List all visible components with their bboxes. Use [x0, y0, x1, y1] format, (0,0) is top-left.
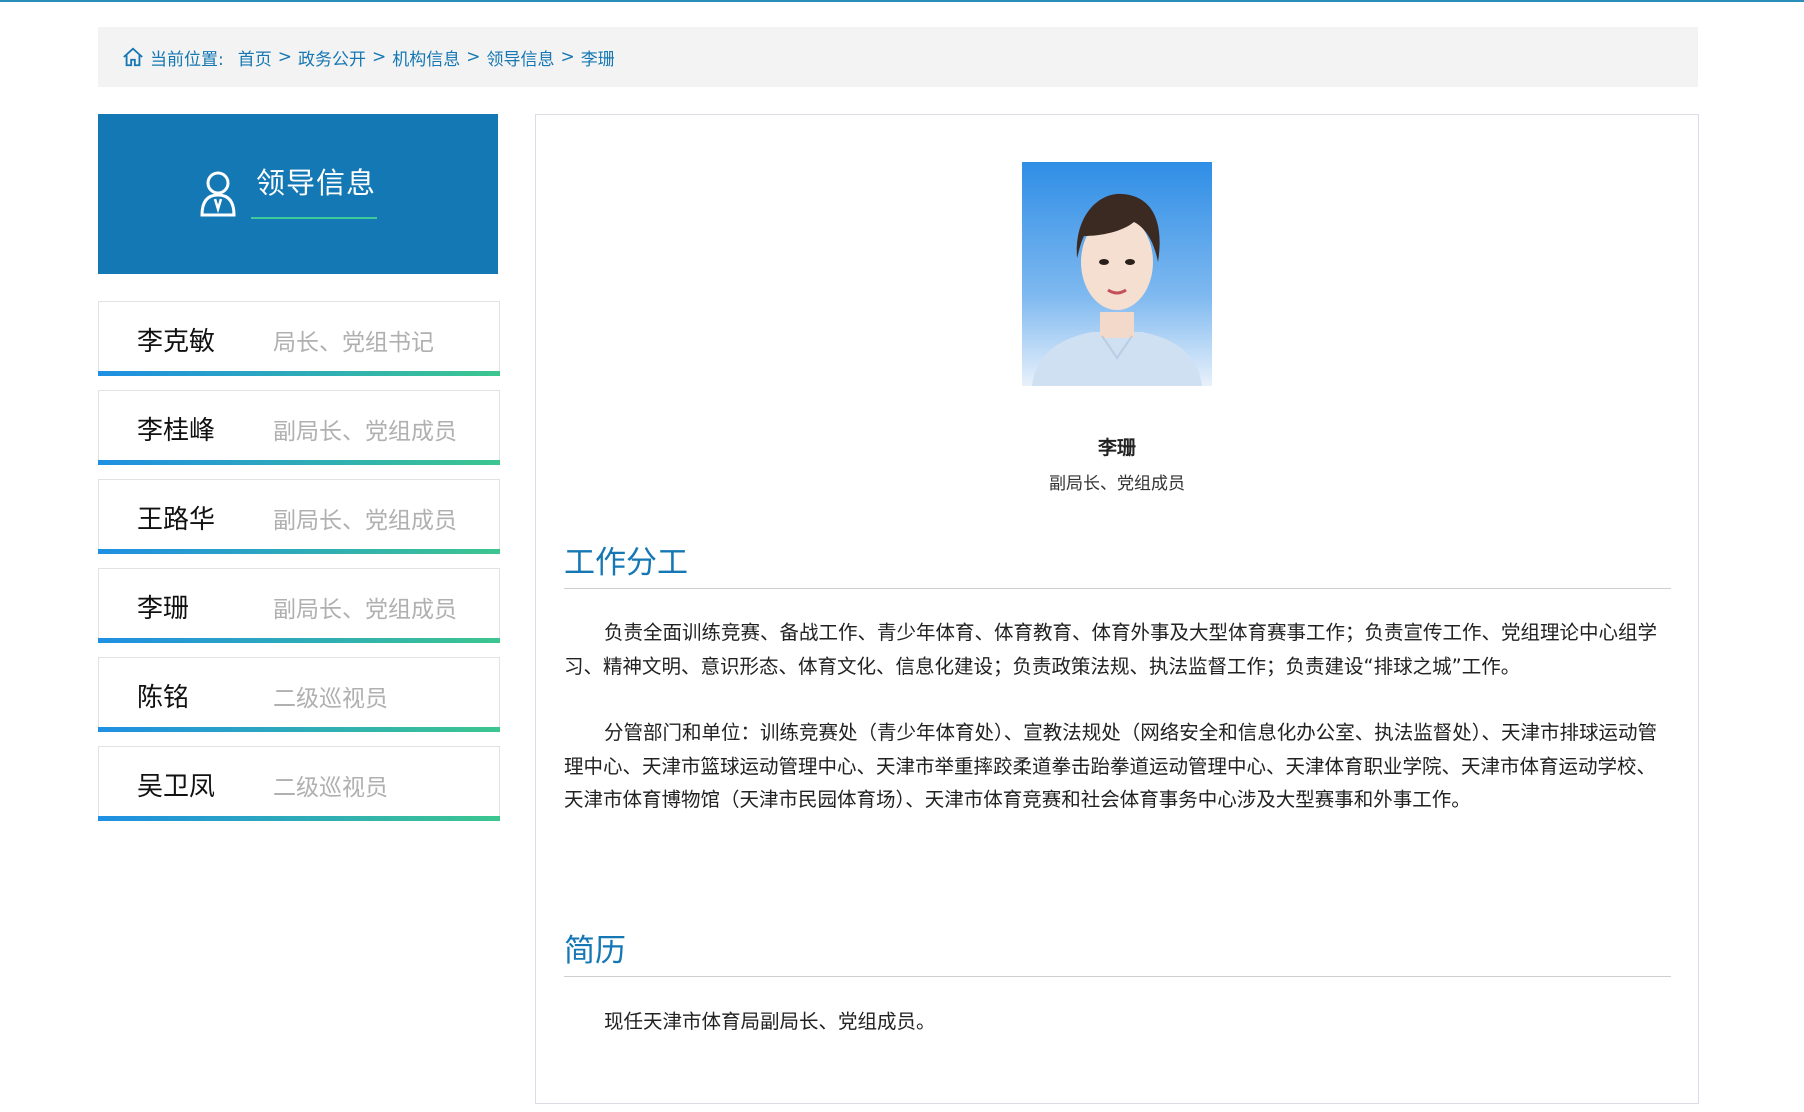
leader-name: 吴卫凤 — [137, 772, 216, 802]
leader-role: 副局长、党组成员 — [273, 508, 457, 534]
leader-role: 二级巡视员 — [273, 775, 388, 801]
profile-title: 副局长、党组成员 — [1049, 474, 1185, 494]
leader-item-bar — [98, 460, 500, 465]
leader-list: 李克敏 局长、党组书记 李桂峰 副局长、党组成员 王路华 副局长、党组成员 李珊… — [98, 301, 500, 821]
duties-divider — [564, 588, 1671, 589]
leader-role: 副局长、党组成员 — [273, 419, 457, 445]
leader-item-bar — [98, 816, 500, 821]
leader-item-bar — [98, 549, 500, 554]
leader-name: 李克敏 — [137, 327, 216, 357]
sidebar: 领导信息 李克敏 局长、党组书记 李桂峰 副局长、党组成员 王路华 副局长、党组… — [98, 114, 500, 835]
leader-item-li-guifeng[interactable]: 李桂峰 副局长、党组成员 — [98, 390, 500, 465]
profile-panel: 李珊 副局长、党组成员 工作分工 负责全面训练竞赛、备战工作、青少年体育、体育教… — [535, 114, 1699, 1104]
breadcrumb-leader-info[interactable]: 领导信息 — [486, 45, 554, 70]
sidebar-header: 领导信息 — [98, 114, 498, 274]
leader-item-wu-weifeng[interactable]: 吴卫凤 二级巡视员 — [98, 746, 500, 821]
resume-divider — [564, 976, 1671, 977]
profile-name: 李珊 — [1097, 437, 1136, 459]
leader-item-bar — [98, 371, 500, 376]
leader-name: 李桂峰 — [137, 416, 216, 446]
leader-role: 副局长、党组成员 — [273, 597, 457, 623]
breadcrumb-separator: > — [560, 47, 575, 67]
leader-role: 二级巡视员 — [273, 686, 388, 712]
duties-paragraph-1: 负责全面训练竞赛、备战工作、青少年体育、体育教育、体育外事及大型体育赛事工作；负… — [564, 621, 1658, 678]
leader-item-chen-ming[interactable]: 陈铭 二级巡视员 — [98, 657, 500, 732]
breadcrumb: 当前位置: 首页 > 政务公开 > 机构信息 > 领导信息 > 李珊 — [98, 27, 1698, 87]
breadcrumb-separator: > — [466, 47, 481, 67]
leader-name: 李珊 — [137, 594, 190, 624]
breadcrumb-separator: > — [371, 47, 387, 67]
leader-role: 局长、党组书记 — [273, 330, 434, 356]
resume-paragraph: 现任天津市体育局副局长、党组成员。 — [604, 1010, 936, 1033]
duties-paragraph-2: 分管部门和单位：训练竞赛处（青少年体育处）、宣教法规处（网络安全和信息化办公室、… — [564, 721, 1658, 811]
breadcrumb-gov-affairs[interactable]: 政务公开 — [298, 45, 366, 70]
breadcrumb-label: 当前位置: — [150, 49, 224, 70]
breadcrumb-current[interactable]: 李珊 — [581, 45, 615, 70]
person-icon — [200, 171, 236, 217]
resume-heading: 简历 — [564, 933, 626, 969]
breadcrumb-separator: > — [277, 47, 292, 67]
sidebar-title: 领导信息 — [256, 166, 377, 200]
leader-item-li-kemin[interactable]: 李克敏 局长、党组书记 — [98, 301, 500, 376]
top-accent-line — [0, 0, 1804, 2]
leader-name: 陈铭 — [137, 683, 190, 713]
leader-item-wang-luhua[interactable]: 王路华 副局长、党组成员 — [98, 479, 500, 554]
duties-heading: 工作分工 — [564, 545, 688, 581]
leader-item-li-shan[interactable]: 李珊 副局长、党组成员 — [98, 568, 500, 643]
breadcrumb-home[interactable]: 首页 — [238, 45, 272, 70]
sidebar-title-underline — [251, 217, 377, 219]
home-icon — [123, 47, 143, 67]
leader-item-bar — [98, 638, 500, 643]
leader-item-bar — [98, 727, 500, 732]
leader-photo — [1022, 162, 1212, 386]
breadcrumb-org-info[interactable]: 机构信息 — [392, 45, 460, 70]
leader-name: 王路华 — [137, 505, 216, 535]
